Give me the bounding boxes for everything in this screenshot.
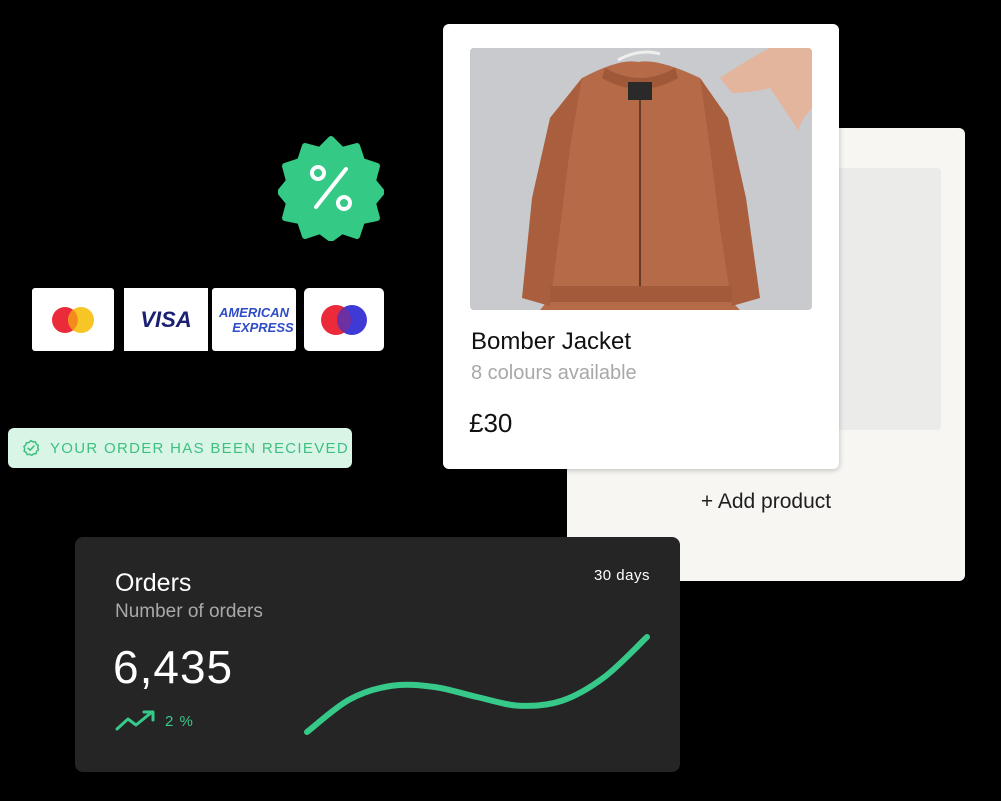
order-status-text: YOUR ORDER HAS BEEN RECIEVED <box>50 439 349 457</box>
maestro-icon <box>321 304 367 335</box>
check-circle-icon <box>23 439 40 457</box>
orders-series-line <box>304 634 650 735</box>
visa-card: VISA <box>124 288 208 351</box>
mastercard-card <box>32 288 114 351</box>
amex-logo: AMERICAN EXPRESS <box>218 304 294 335</box>
orders-chart <box>304 634 650 735</box>
orders-card: Orders Number of orders 6,435 30 days 2 … <box>75 537 680 772</box>
product-price: £30 <box>469 408 513 438</box>
amex-card: AMERICAN EXPRESS <box>212 288 296 351</box>
jacket-photo-icon <box>470 48 812 310</box>
visa-logo: VISA <box>140 306 192 332</box>
order-status-banner: YOUR ORDER HAS BEEN RECIEVED <box>8 428 352 468</box>
product-card[interactable]: Bomber Jacket 8 colours available £30 <box>443 24 839 469</box>
add-product-button[interactable]: + Add product <box>567 490 965 514</box>
jacket-photo <box>470 48 812 310</box>
product-name: Bomber Jacket <box>471 328 632 355</box>
product-colours: 8 colours available <box>471 362 637 384</box>
discount-badge <box>277 135 385 242</box>
maestro-card <box>304 288 384 351</box>
mastercard-icon <box>52 306 94 333</box>
percent-icon <box>277 136 385 242</box>
